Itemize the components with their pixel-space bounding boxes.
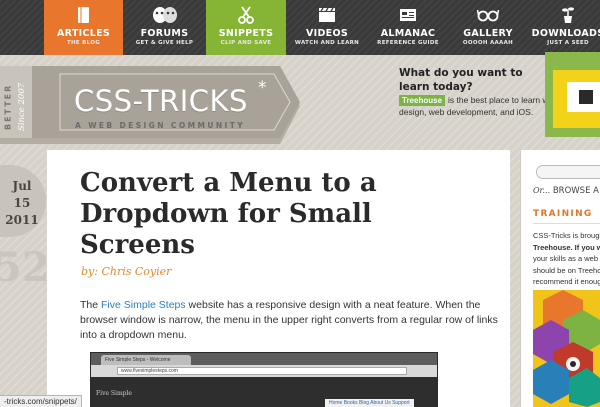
glasses-icon [477, 5, 499, 25]
body-pre: The [80, 299, 102, 311]
nav-sublabel: WATCH AND LEARN [294, 40, 360, 46]
treehouse-logo-graphic[interactable] [545, 52, 600, 137]
post-byline[interactable]: by: Chris Coyier [81, 265, 171, 278]
nav-item-forums[interactable]: FORUMS GET & GIVE HELP [123, 0, 206, 55]
nav-sublabel: GET & GIVE HELP [135, 40, 194, 46]
post-body: The Five Simple Steps website has a resp… [80, 298, 500, 343]
sidebar-line: your skills as a web w [533, 254, 600, 263]
main-nav: ARTICLES THE BLOG FORUMS GET & GIVE HELP… [0, 0, 600, 55]
post-date: Jul 15 2011 [0, 178, 44, 229]
sidebar-line: should be on Treeho [533, 265, 600, 275]
logo-star: * [258, 78, 267, 98]
nav-item-gallery[interactable]: GALLERY OOOOH AAAAH [448, 0, 528, 55]
nav-sublabel: THE BLOG [66, 40, 101, 46]
screenshot-menu: Home Books Blog About Us Support [325, 399, 414, 407]
post-title[interactable]: Convert a Menu to a Dropdown for Small S… [80, 168, 420, 261]
book-icon [77, 5, 91, 25]
five-simple-steps-link[interactable]: Five Simple Steps [101, 299, 186, 311]
nav-label: VIDEOS [306, 28, 348, 39]
nav-sublabel: CLIP AND SAVE [220, 40, 272, 46]
nav-label: FORUMS [140, 28, 189, 39]
nav-item-snippets[interactable]: SNIPPETS CLIP AND SAVE [206, 0, 286, 55]
sidebar-line: Treehouse. If you wa [533, 242, 600, 252]
treehouse-link[interactable]: Treehouse [399, 95, 446, 106]
sidebar-text: CSS-Tricks is brought Treehouse. If you … [533, 230, 600, 288]
sidebar-line: CSS-Tricks is brought [533, 231, 600, 240]
clapperboard-icon [318, 5, 336, 25]
almanac-icon [399, 5, 417, 25]
nav-label: SNIPPETS [218, 28, 274, 39]
nav-item-downloads[interactable]: DOWNLOADS JUST A SEED [528, 0, 600, 55]
nav-label: ARTICLES [56, 28, 110, 39]
sidebar-treehouse-graphic[interactable] [533, 290, 600, 407]
plant-icon [560, 5, 576, 25]
nav-label: GALLERY [463, 28, 513, 39]
screenshot-brand: Five Simple [96, 390, 132, 397]
date-month: Jul [12, 179, 32, 193]
nav-item-videos[interactable]: VIDEOS WATCH AND LEARN [286, 0, 368, 55]
nav-sublabel: JUST A SEED [547, 40, 589, 46]
screenshot-url: www.fivesimplesteps.com [117, 367, 407, 375]
nav-item-almanac[interactable]: ALMANAC REFERENCE GUIDE [368, 0, 448, 55]
comment-count-ghost: 52 [0, 244, 50, 291]
sidebar-divider [533, 223, 600, 224]
promo-text: Treehouse is the best place to learn web … [399, 94, 559, 118]
site-logo[interactable]: CSS-TRICKS [74, 84, 248, 118]
sidebar-browse[interactable]: Or... BROWSE A [533, 186, 599, 196]
promo-title: What do you want to learn today? [399, 67, 523, 93]
side-since-label: Since 2007 [17, 82, 27, 132]
side-better-label: BETTER [3, 83, 13, 131]
browse-label: BROWSE A [552, 186, 599, 196]
scissors-icon [238, 5, 254, 25]
nav-sublabel: OOOOH AAAAH [462, 40, 514, 46]
sidebar-line: recommend it enoug [533, 277, 600, 286]
screenshot-tab: Five Simple Steps - Welcome [101, 355, 191, 365]
nav-label: DOWNLOADS [531, 28, 600, 39]
browse-or: Or... [533, 186, 551, 195]
nav-label: ALMANAC [380, 28, 436, 39]
date-year: 2011 [5, 213, 39, 227]
masks-icon [152, 5, 178, 25]
browser-status-bar: -tricks.com/snippets/ [0, 395, 82, 407]
sidebar-search-input[interactable] [536, 165, 600, 179]
site-tagline: A WEB DESIGN COMMUNITY [75, 121, 246, 130]
nav-item-articles[interactable]: ARTICLES THE BLOG [44, 0, 123, 55]
nav-sublabel: REFERENCE GUIDE [377, 40, 439, 46]
sidebar-heading: TRAINING [533, 209, 593, 219]
date-day: 15 [13, 196, 31, 210]
